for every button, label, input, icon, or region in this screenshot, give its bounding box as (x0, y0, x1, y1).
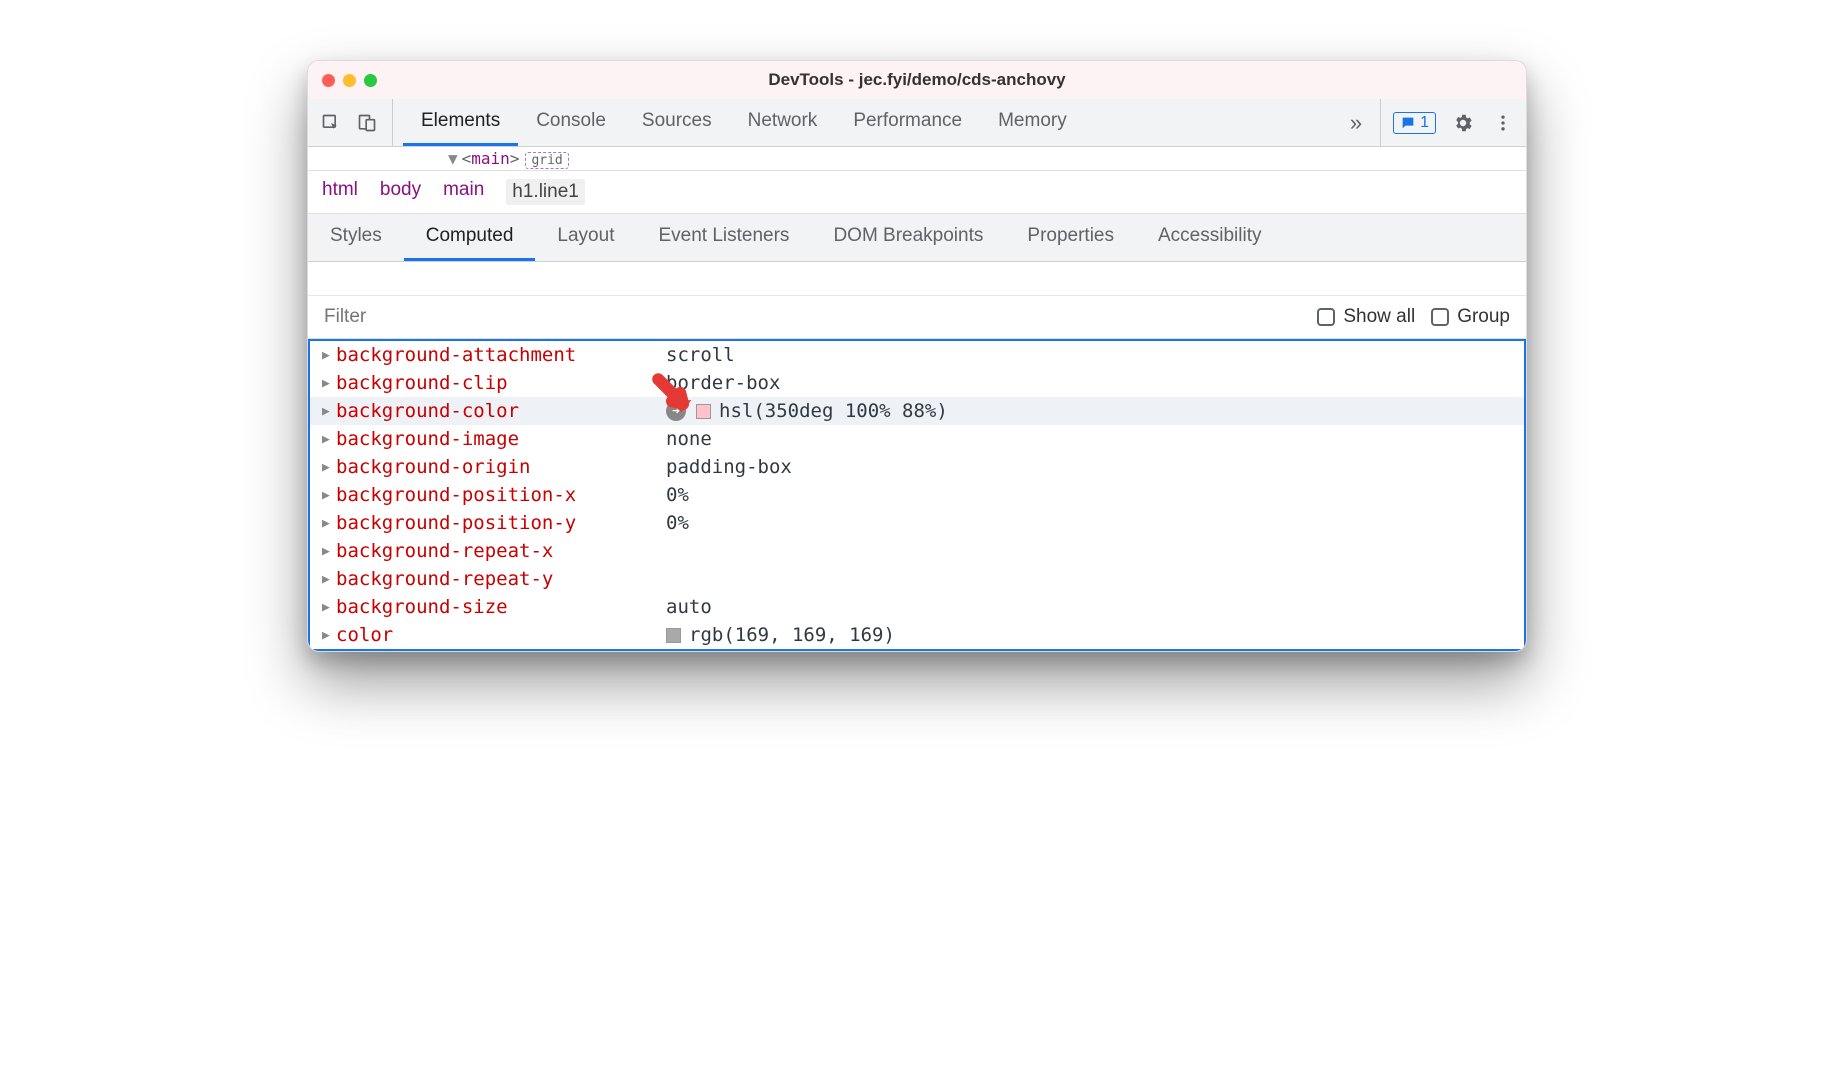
sidetab-dom-breakpoints[interactable]: DOM Breakpoints (811, 214, 1005, 261)
breadcrumb-item[interactable]: body (380, 179, 421, 205)
group-checkbox[interactable]: Group (1431, 306, 1510, 328)
sidetab-layout[interactable]: Layout (535, 214, 636, 261)
property-name: background-color (336, 400, 666, 422)
filter-bar: Show all Group (308, 296, 1526, 339)
window-controls (322, 74, 377, 87)
property-name: background-position-y (336, 512, 666, 534)
property-value: ➜hsl(350deg 100% 88%) (666, 400, 948, 422)
kebab-icon[interactable] (1490, 110, 1516, 136)
property-value: padding-box (666, 456, 792, 478)
device-toggle-icon[interactable] (354, 110, 380, 136)
expand-icon[interactable]: ▶ (322, 488, 336, 503)
property-name: background-repeat-y (336, 568, 666, 590)
tab-performance[interactable]: Performance (835, 99, 980, 146)
computed-properties: ▶background-attachmentscroll▶background-… (308, 339, 1526, 651)
computed-property-row[interactable]: ▶colorrgb(169, 169, 169) (310, 621, 1524, 649)
expand-icon[interactable]: ▶ (322, 600, 336, 615)
sidetab-accessibility[interactable]: Accessibility (1136, 214, 1283, 261)
titlebar: DevTools - jec.fyi/demo/cds-anchovy (308, 61, 1526, 99)
color-swatch[interactable] (666, 628, 681, 643)
dom-snippet[interactable]: ▼<main>grid (308, 147, 1526, 171)
filter-input[interactable] (324, 306, 1301, 328)
spacer (308, 262, 1526, 296)
tab-network[interactable]: Network (730, 99, 836, 146)
inspect-icon[interactable] (318, 110, 344, 136)
computed-property-row[interactable]: ▶background-repeat-y (310, 565, 1524, 593)
property-value: 0% (666, 484, 689, 506)
property-name: background-repeat-x (336, 540, 666, 562)
property-value: scroll (666, 344, 735, 366)
sidetab-styles[interactable]: Styles (308, 214, 404, 261)
sidetab-event-listeners[interactable]: Event Listeners (636, 214, 811, 261)
expand-icon[interactable]: ▶ (322, 404, 336, 419)
breadcrumb-item[interactable]: h1.line1 (506, 179, 585, 205)
main-toolbar: ElementsConsoleSourcesNetworkPerformance… (308, 99, 1526, 147)
issues-badge[interactable]: 1 (1393, 112, 1436, 134)
property-value: 0% (666, 512, 689, 534)
expand-icon[interactable]: ▶ (322, 516, 336, 531)
goto-source-icon[interactable]: ➜ (666, 401, 686, 421)
side-tabs: StylesComputedLayoutEvent ListenersDOM B… (308, 214, 1526, 262)
window-title: DevTools - jec.fyi/demo/cds-anchovy (308, 70, 1526, 90)
panel-tabs: ElementsConsoleSourcesNetworkPerformance… (403, 99, 1332, 146)
property-value: auto (666, 596, 712, 618)
expand-icon[interactable]: ▶ (322, 348, 336, 363)
computed-property-row[interactable]: ▶background-repeat-x (310, 537, 1524, 565)
property-name: background-origin (336, 456, 666, 478)
color-swatch[interactable] (696, 404, 711, 419)
property-value: none (666, 428, 712, 450)
badge-count: 1 (1420, 114, 1429, 132)
expand-icon[interactable]: ▶ (322, 628, 336, 643)
breadcrumb: html body main h1.line1 (308, 171, 1526, 214)
expand-icon[interactable]: ▶ (322, 460, 336, 475)
computed-property-row[interactable]: ▶background-color➜hsl(350deg 100% 88%) (310, 397, 1524, 425)
computed-property-row[interactable]: ▶background-originpadding-box (310, 453, 1524, 481)
property-name: background-clip (336, 372, 666, 394)
sidetab-computed[interactable]: Computed (404, 214, 536, 261)
devtools-window: DevTools - jec.fyi/demo/cds-anchovy Elem… (307, 60, 1527, 652)
property-name: background-position-x (336, 484, 666, 506)
sidetab-properties[interactable]: Properties (1005, 214, 1136, 261)
close-icon[interactable] (322, 74, 335, 87)
computed-property-row[interactable]: ▶background-attachmentscroll (310, 341, 1524, 369)
breadcrumb-item[interactable]: main (443, 179, 484, 205)
tab-memory[interactable]: Memory (980, 99, 1085, 146)
computed-property-row[interactable]: ▶background-imagenone (310, 425, 1524, 453)
tab-sources[interactable]: Sources (624, 99, 730, 146)
computed-property-row[interactable]: ▶background-clipborder-box (310, 369, 1524, 397)
gear-icon[interactable] (1450, 110, 1476, 136)
expand-icon[interactable]: ▶ (322, 572, 336, 587)
property-name: background-attachment (336, 344, 666, 366)
computed-property-row[interactable]: ▶background-position-y0% (310, 509, 1524, 537)
show-all-checkbox[interactable]: Show all (1317, 306, 1415, 328)
expand-icon[interactable]: ▶ (322, 544, 336, 559)
expand-icon[interactable]: ▶ (322, 432, 336, 447)
computed-property-row[interactable]: ▶background-sizeauto (310, 593, 1524, 621)
more-tabs-icon[interactable]: » (1338, 110, 1374, 136)
property-value: border-box (666, 372, 780, 394)
computed-property-row[interactable]: ▶background-position-x0% (310, 481, 1524, 509)
breadcrumb-item[interactable]: html (322, 179, 358, 205)
tab-elements[interactable]: Elements (403, 99, 518, 146)
expand-icon[interactable]: ▶ (322, 376, 336, 391)
property-value: rgb(169, 169, 169) (666, 624, 895, 646)
property-name: background-size (336, 596, 666, 618)
minimize-icon[interactable] (343, 74, 356, 87)
property-name: background-image (336, 428, 666, 450)
tab-console[interactable]: Console (518, 99, 624, 146)
property-name: color (336, 624, 666, 646)
zoom-icon[interactable] (364, 74, 377, 87)
